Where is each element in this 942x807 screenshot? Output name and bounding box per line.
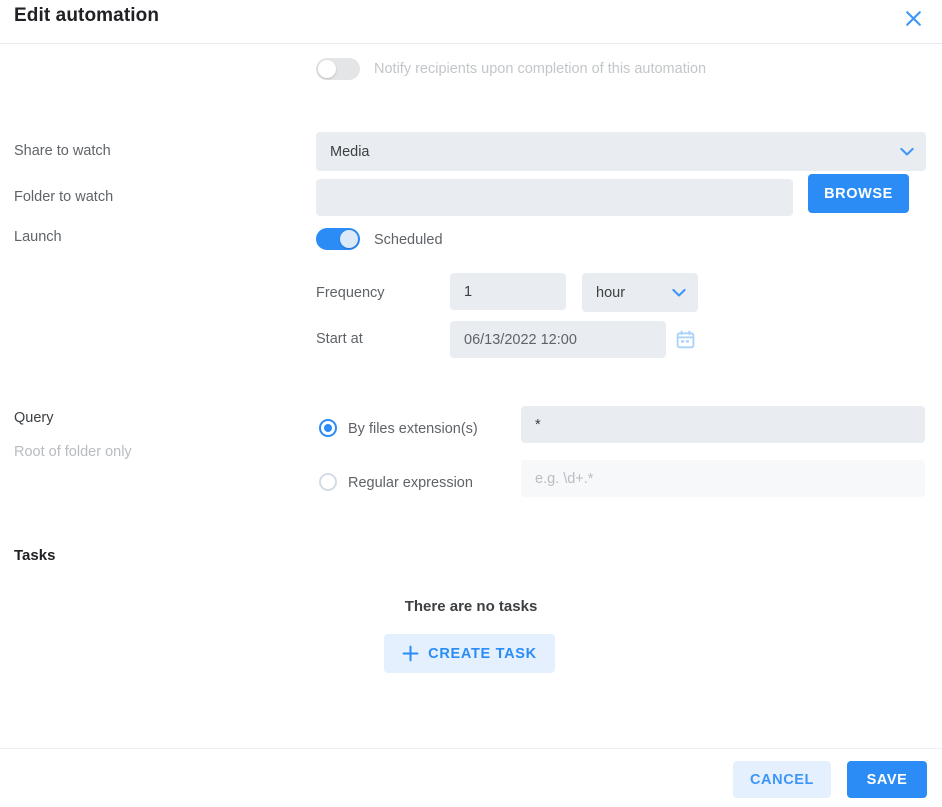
- frequency-unit-value: hour: [596, 284, 626, 301]
- frequency-label: Frequency: [316, 285, 385, 301]
- share-to-watch-value: Media: [330, 143, 370, 160]
- page-title: Edit automation: [14, 5, 160, 26]
- chevron-down-icon: [672, 288, 686, 297]
- scheduled-label: Scheduled: [374, 232, 443, 248]
- notify-recipients-label: Notify recipients upon completion of thi…: [374, 61, 707, 77]
- frequency-unit-select[interactable]: hour: [582, 273, 698, 312]
- create-task-button[interactable]: CREATE TASK: [384, 634, 555, 673]
- folder-to-watch-label: Folder to watch: [14, 189, 114, 205]
- create-task-label: CREATE TASK: [428, 645, 537, 662]
- radio-label-regular-expression[interactable]: Regular expression: [348, 475, 473, 491]
- query-sublabel: Root of folder only: [14, 444, 132, 460]
- calendar-icon[interactable]: [676, 330, 695, 349]
- toggle-knob: [318, 60, 336, 78]
- chevron-down-icon: [900, 147, 914, 156]
- notify-recipients-toggle[interactable]: [316, 58, 360, 80]
- launch-label: Launch: [14, 229, 62, 245]
- close-icon[interactable]: [901, 6, 925, 30]
- radio-label-by-files-extension[interactable]: By files extension(s): [348, 421, 478, 437]
- query-label: Query: [14, 410, 54, 426]
- scheduled-toggle[interactable]: [316, 228, 360, 250]
- dialog-header: Edit automation: [0, 0, 942, 44]
- cancel-button[interactable]: CANCEL: [733, 761, 831, 798]
- files-extension-input[interactable]: [521, 406, 925, 443]
- save-button[interactable]: SAVE: [847, 761, 927, 798]
- plus-icon: [402, 645, 419, 662]
- frequency-input[interactable]: [450, 273, 566, 310]
- share-to-watch-select[interactable]: Media: [316, 132, 926, 171]
- regular-expression-input[interactable]: [521, 460, 925, 497]
- toggle-knob: [340, 230, 358, 248]
- tasks-empty-text: There are no tasks: [404, 598, 538, 615]
- edit-automation-dialog: Edit automation Notify recipients upon c…: [0, 0, 942, 807]
- dialog-body: Notify recipients upon completion of thi…: [0, 44, 942, 748]
- radio-regular-expression[interactable]: [319, 473, 337, 491]
- share-to-watch-label: Share to watch: [14, 143, 111, 159]
- tasks-section-title: Tasks: [14, 547, 56, 564]
- start-at-input[interactable]: [450, 321, 666, 358]
- browse-button[interactable]: BROWSE: [808, 174, 909, 213]
- folder-to-watch-input[interactable]: [316, 179, 793, 216]
- dialog-footer: CANCEL SAVE: [0, 748, 942, 807]
- radio-by-files-extension[interactable]: [319, 419, 337, 437]
- start-at-label: Start at: [316, 331, 363, 347]
